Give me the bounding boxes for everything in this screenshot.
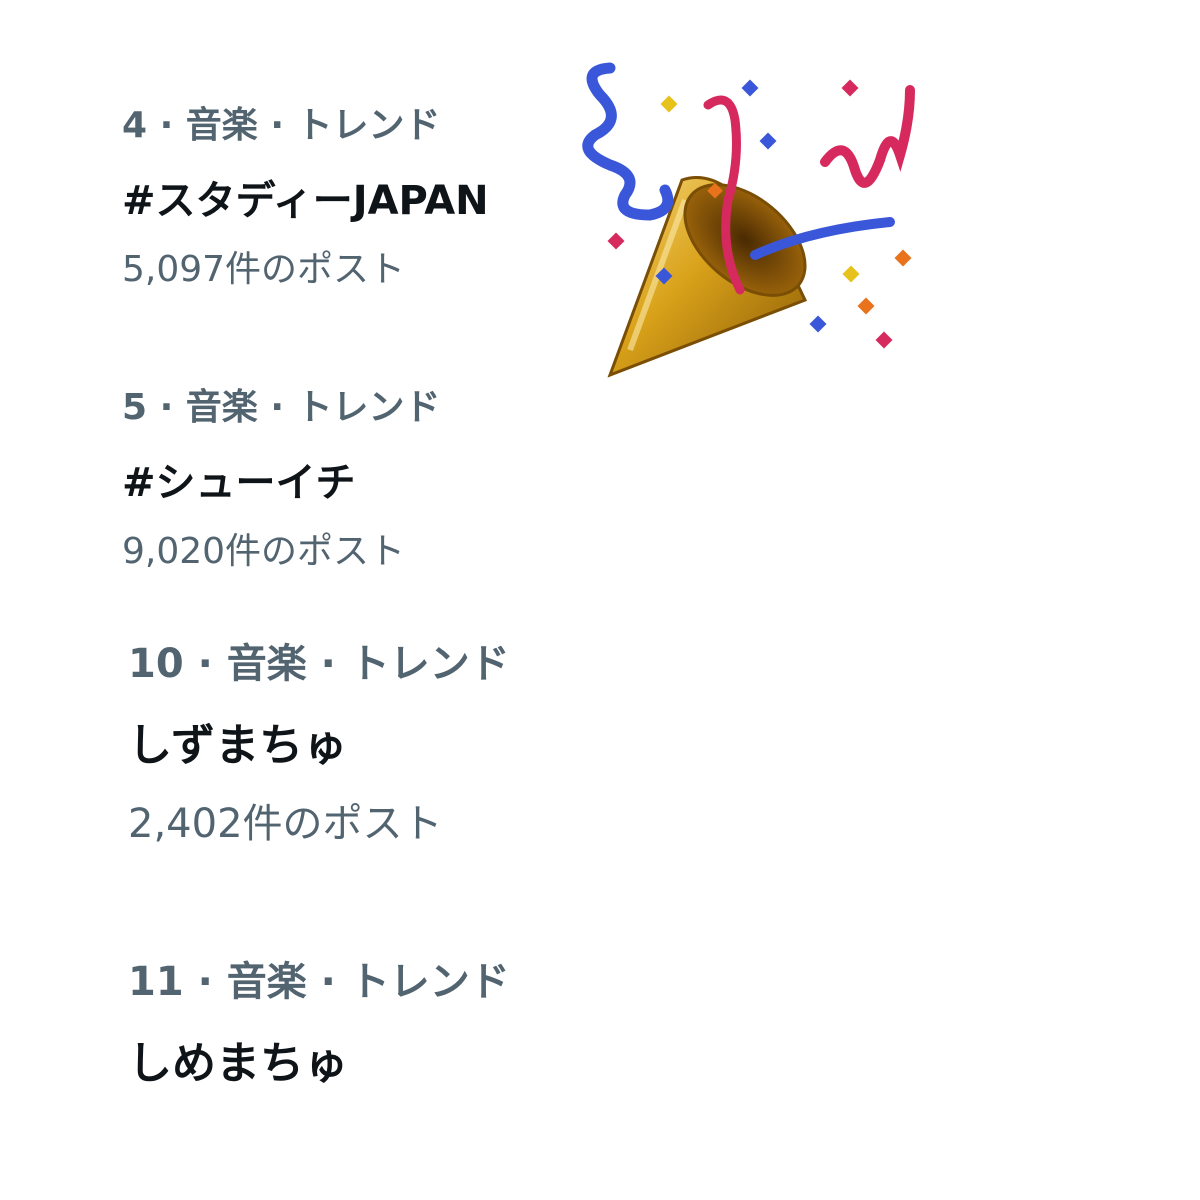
trend-name: しめまちゅ: [128, 1038, 348, 1089]
trend-name: #スタディーJAPAN: [122, 178, 489, 224]
trend-item-5[interactable]: 5 · 音楽 · トレンド #シューイチ 9,020件のポスト: [122, 386, 441, 574]
party-popper-icon: [582, 62, 915, 378]
trend-item-11[interactable]: 11 · 音楽 · トレンド しめまちゅ: [128, 958, 510, 1092]
trend-meta: 5 · 音楽 · トレンド: [122, 387, 441, 428]
trend-name: しずまちゅ: [128, 720, 348, 771]
trend-post-count: 5,097件のポスト: [122, 249, 406, 290]
trend-meta: 11 · 音楽 · トレンド: [128, 959, 510, 1005]
trend-meta: 10 · 音楽 · トレンド: [128, 641, 510, 687]
trend-item-10[interactable]: 10 · 音楽 · トレンド しずまちゅ 2,402件のポスト: [128, 640, 510, 848]
trend-item-4[interactable]: 4 · 音楽 · トレンド #スタディーJAPAN 5,097件のポスト: [122, 104, 489, 292]
trend-meta: 4 · 音楽 · トレンド: [122, 105, 441, 146]
trend-name: #シューイチ: [122, 460, 356, 506]
trend-post-count: 9,020件のポスト: [122, 531, 406, 572]
trend-post-count: 2,402件のポスト: [128, 801, 443, 847]
